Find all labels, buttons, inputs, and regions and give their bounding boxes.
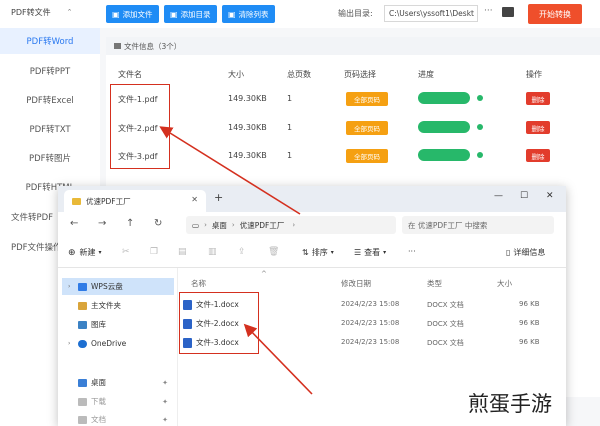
screenshot-stage: PDF转文件 ⌃ PDF转Word PDF转PPT PDF转Excel PDF转… bbox=[0, 0, 600, 426]
watermark-text: 煎蛋手游 bbox=[468, 392, 552, 416]
arrow-to-pdf-files bbox=[159, 126, 301, 215]
arrow-to-docx-files bbox=[243, 323, 313, 395]
annotation-arrows bbox=[159, 126, 313, 395]
